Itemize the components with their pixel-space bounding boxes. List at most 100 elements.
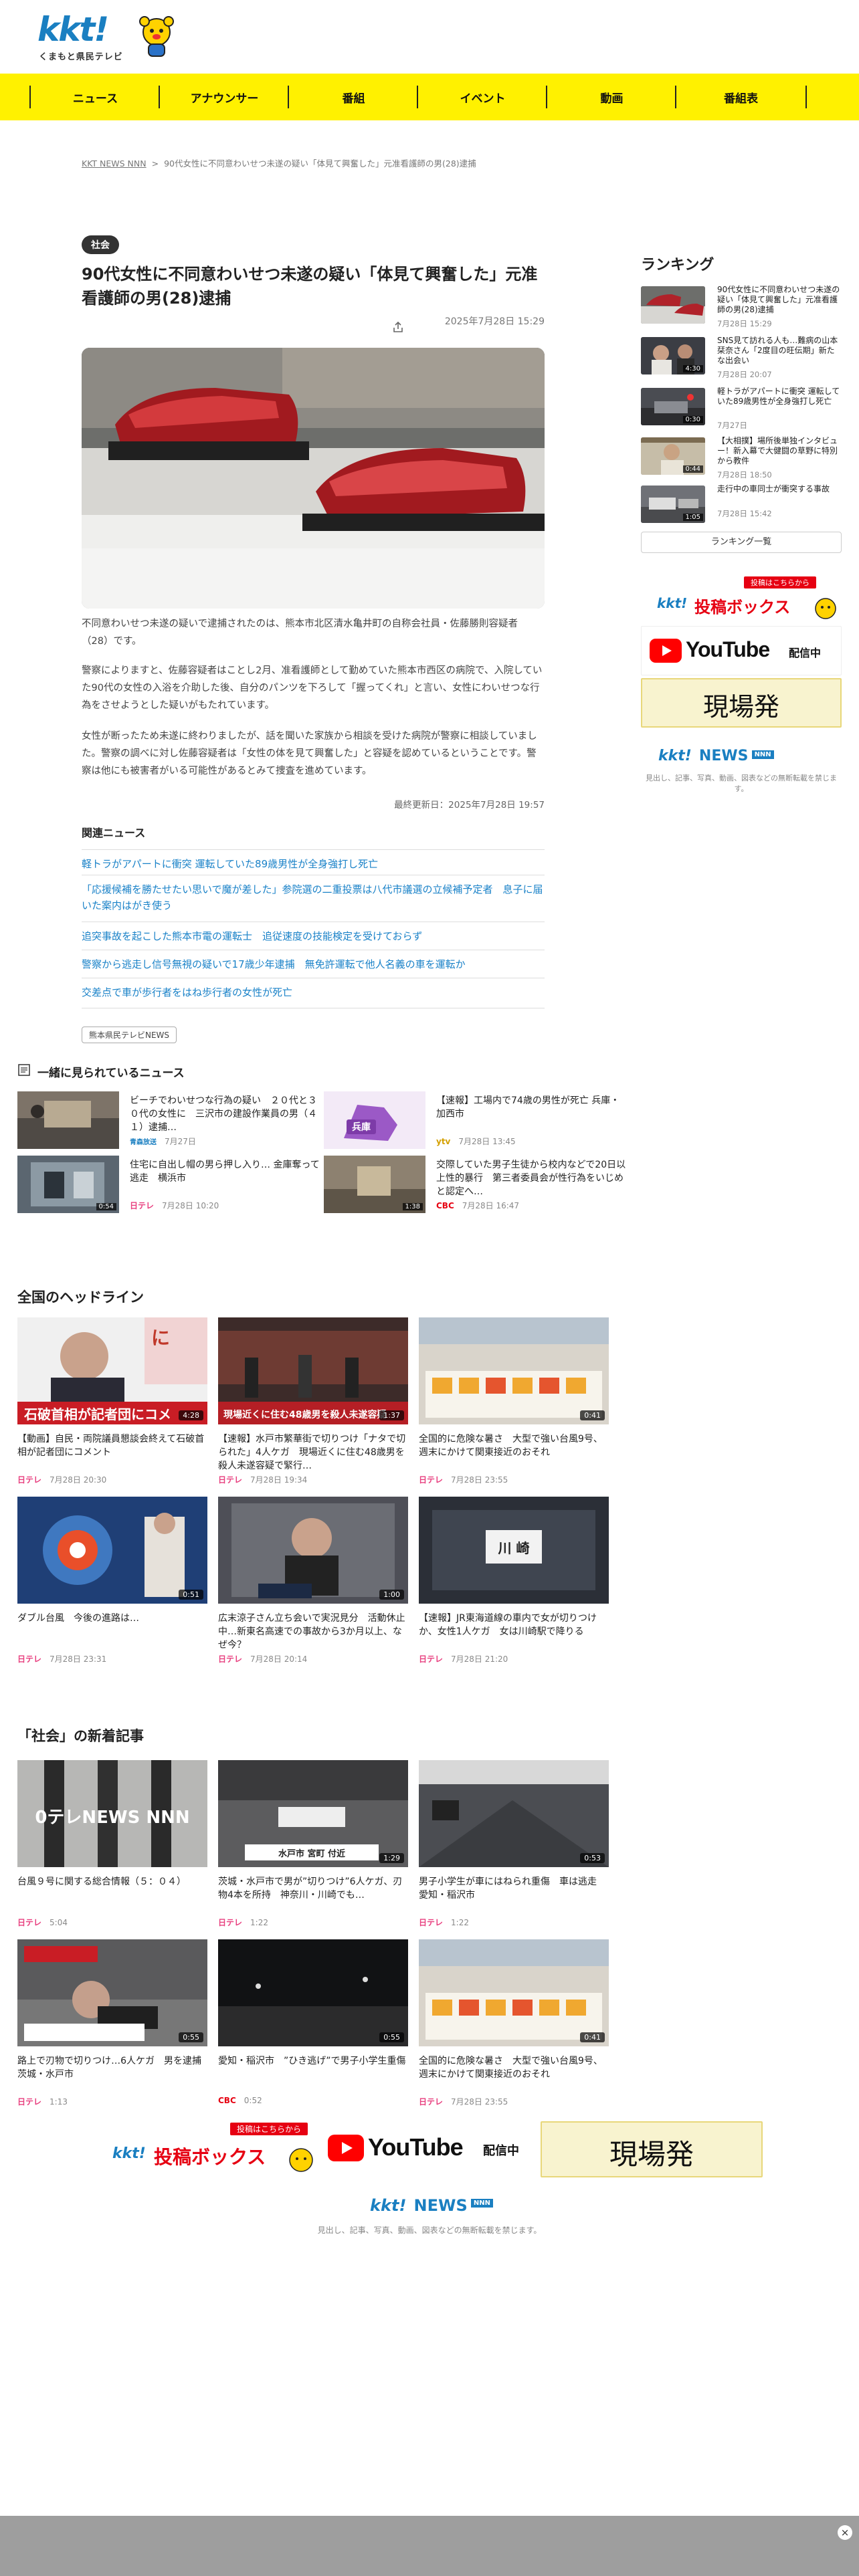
- youtube-banner-bottom[interactable]: YouTube 配信中: [318, 2121, 539, 2177]
- national-thumbnail: に石破首相が記者団にコメ 4:28: [17, 1317, 207, 1424]
- related-news-link[interactable]: 追突事故を起こした熊本市電の運転士 追従速度の技能検定を受けておらず: [82, 922, 545, 947]
- video-duration: 4:28: [179, 1410, 203, 1420]
- source-label: 日テレ: [419, 2097, 444, 2107]
- national-card[interactable]: 0:41 全国的に危険な暑さ 大型で強い台風9号、週末にかけて関東接近のおそれ …: [419, 1317, 609, 1485]
- social-thumbnail: 水戸市 宮町 付近 1:29: [218, 1760, 408, 1867]
- national-card[interactable]: 川 崎 【速報】JR東海道線の車内で女が切りつけか、女性1人ケガ 女は川崎駅で降…: [419, 1497, 609, 1665]
- national-card[interactable]: 0:51 ダブル台風 今後の進路は… 日テレ 7月28日 23:31: [17, 1497, 207, 1665]
- toukou-main-label: 投稿ボックス: [154, 2146, 266, 2168]
- together-thumbnail: 0:54: [17, 1156, 119, 1213]
- item-date: 0:52: [244, 2096, 262, 2105]
- video-duration: 0:41: [580, 2032, 605, 2042]
- national-card[interactable]: に石破首相が記者団にコメ 4:28 【動画】自民・両院議員懇談会終えて石破首相が記…: [17, 1317, 207, 1485]
- together-item[interactable]: ビーチでわいせつな行為の疑い ２０代と３０代の女性に 三沢市の建設作業員の男（４…: [17, 1091, 320, 1150]
- national-meta: 日テレ 7月28日 20:30: [17, 1474, 207, 1485]
- national-thumbnail: 現場近くに住む48歳男を殺人未遂容疑 1:37: [218, 1317, 408, 1424]
- toukou-box-banner-bottom[interactable]: 投稿はこちらから kkt! 投稿ボックス: [96, 2121, 317, 2177]
- social-card[interactable]: 0:41 全国的に危険な暑さ 大型で強い台風9号、週末にかけて関東接近のおそれ …: [419, 1939, 609, 2107]
- social-card[interactable]: 0:53 男子小学生が車にはねられ重傷 車は逃走 愛知・稲沢市 日テレ 1:22: [419, 1760, 609, 1928]
- national-thumbnail: 川 崎: [419, 1497, 609, 1604]
- global-nav: ニュース アナウンサー 番組 イベント 動画 番組表: [0, 74, 859, 120]
- svg-text:川 崎: 川 崎: [498, 1540, 530, 1556]
- source-label: 日テレ: [17, 2097, 42, 2107]
- source-label: 青森放送: [130, 1139, 157, 1146]
- close-icon[interactable]: ×: [838, 2525, 852, 2540]
- item-date: 7月28日 16:47: [462, 1201, 520, 1210]
- breadcrumb: KKT NEWS NNN >90代女性に不同意わいせつ未遂の疑い「体見て興奮した」…: [82, 156, 482, 169]
- nav-events[interactable]: イベント: [417, 74, 547, 120]
- related-news-link[interactable]: 交差点で車が歩行者をはね歩行者の女性が死亡: [82, 978, 545, 1008]
- article-date: 2025年7月28日 15:29: [444, 316, 545, 327]
- social-title: 全国的に危険な暑さ 大型で強い台風9号、週末にかけて関東接近のおそれ: [419, 2056, 603, 2080]
- social-card[interactable]: 水戸市 宮町 付近 1:29 茨城・水戸市で男が”切りつけ”6人ケガ、刃物4本を所…: [218, 1760, 408, 1928]
- list-icon: [18, 1064, 30, 1076]
- ranking-date: 7月28日 15:42: [717, 509, 772, 518]
- source-label: CBC: [436, 1201, 454, 1210]
- youtube-banner[interactable]: YouTube 配信中: [641, 626, 842, 675]
- ranking-item[interactable]: 1:05 走行中の車同士が衝突する事故 7月28日 15:42: [641, 484, 842, 531]
- together-item[interactable]: 1:38 交際していた男子生徒から校内などで20日以上性的暴行 第三者委員会が性…: [324, 1156, 626, 1214]
- ranking-all-button[interactable]: ランキング一覧: [641, 532, 842, 553]
- social-meta: 日テレ 7月28日 23:55: [419, 2096, 609, 2107]
- genba-banner[interactable]: 現場発: [641, 678, 842, 728]
- svg-text:兵庫: 兵庫: [352, 1121, 371, 1133]
- together-title: 交際していた男子生徒から校内などで20日以上性的暴行 第三者委員会が性行為をいじ…: [436, 1160, 626, 1197]
- ranking-date: 7月28日 18:50: [717, 470, 772, 479]
- social-meta: 日テレ 5:04: [17, 1917, 207, 1928]
- youtube-sub-label: 配信中: [483, 2144, 519, 2158]
- svg-text:石破首相が記者団にコメ: 石破首相が記者団にコメ: [23, 1406, 171, 1422]
- social-title: 男子小学生が車にはねられ重傷 車は逃走 愛知・稲沢市: [419, 1876, 606, 1901]
- bottom-ad-bar: [0, 2516, 859, 2576]
- video-duration: 0:44: [682, 465, 703, 473]
- national-meta: 日テレ 7月28日 21:20: [419, 1653, 609, 1665]
- ranking-item[interactable]: 4:30 SNS見て訪れる人も…難病の山本栞奈さん「2度目の旺伝期」新たな出会い…: [641, 336, 842, 383]
- ranking-date: 7月28日 15:29: [717, 319, 772, 328]
- related-news-link[interactable]: 軽トラがアパートに衝突 運転していた89歳男性が全身強打し死亡: [82, 849, 545, 875]
- toukou-box-banner[interactable]: 投稿はこちらから kkt! 投稿ボックス: [641, 575, 842, 623]
- source-tag[interactable]: 熊本県民テレビNEWS: [82, 1027, 177, 1043]
- share-icon[interactable]: [392, 321, 404, 333]
- social-card[interactable]: 0テレNEWS NNN 台風９号に関する総合情報（５：０４） 日テレ 5:04: [17, 1760, 207, 1928]
- nav-programs[interactable]: 番組: [288, 74, 418, 120]
- national-title: ダブル台風 今後の進路は…: [17, 1613, 139, 1624]
- ranking-thumbnail: 0:30: [641, 388, 705, 425]
- ranking-item[interactable]: 0:44 【大相撲】場所後単独インタビュー！新入幕で大健闘の草野に特別から教件 …: [641, 436, 842, 483]
- toukou-kkt-logo: kkt!: [112, 2145, 146, 2162]
- social-card[interactable]: 0:55 愛知・稲沢市 ”ひき逃げ”で男子小学生重傷 CBC 0:52: [218, 1939, 408, 2105]
- genba-banner-bottom[interactable]: 現場発: [541, 2121, 763, 2177]
- video-duration: 1:37: [379, 1410, 404, 1420]
- nav-schedule[interactable]: 番組表: [675, 74, 807, 120]
- breadcrumb-root[interactable]: KKT NEWS NNN: [82, 158, 147, 169]
- video-duration: 4:30: [682, 365, 703, 372]
- social-card[interactable]: 0:55 路上で刃物で切りつけ…6人ケガ 男を逮捕 茨城・水戸市 日テレ 1:13: [17, 1939, 207, 2107]
- video-duration: 1:38: [402, 1203, 423, 1210]
- item-date: 5:04: [50, 1918, 68, 1927]
- item-date: 1:22: [250, 1918, 268, 1927]
- together-item[interactable]: 兵庫 【速報】工場内で74歳の男性が死亡 兵庫・加西市 ytv 7月28日 13:…: [324, 1091, 626, 1150]
- together-item[interactable]: 0:54 住宅に自出し帽の男ら押し入り… 金庫奪って逃走 横浜市 日テレ 7月28…: [17, 1156, 320, 1214]
- together-meta: 青森放送 7月27日: [130, 1136, 196, 1147]
- ranking-title: 【大相撲】場所後単独インタビュー！新入幕で大健闘の草野に特別から教件: [717, 436, 838, 465]
- national-title: 広末涼子さん立ち会いで実況見分 活動休止中…新東名高速での事故から3か月以上、な…: [218, 1613, 405, 1650]
- ranking-item[interactable]: 0:30 軽トラがアパートに衝突 運転していた89歳男性が全身強打し死亡 7月2…: [641, 387, 842, 433]
- kkt-logo[interactable]: kkt! くまもと県民テレビ: [37, 9, 178, 66]
- nnn-badge: NNN: [751, 750, 774, 759]
- national-card[interactable]: 現場近くに住む48歳男を殺人未遂容疑 1:37 【速報】水戸市繁華街で切りつけ「ナ…: [218, 1317, 408, 1485]
- ranking-thumbnail: 0:44: [641, 437, 705, 475]
- item-date: 7月28日 20:14: [250, 1654, 308, 1664]
- ranking-item[interactable]: 90代女性に不同意わいせつ未遂の疑い「体見て興奮した」元准看護師の男(28)逮捕…: [641, 285, 842, 332]
- copyright-notice: 見出し、記事、写真、動画、図表などの無断転載を禁じます。: [646, 774, 837, 793]
- nav-videos[interactable]: 動画: [546, 74, 676, 120]
- video-duration: 0:55: [179, 2032, 203, 2042]
- ranking-title: 軽トラがアパートに衝突 運転していた89歳男性が全身強打し死亡: [717, 387, 840, 406]
- category-badge[interactable]: 社会: [82, 235, 119, 254]
- together-thumbnail: [17, 1091, 119, 1149]
- item-date: 7月27日: [165, 1137, 196, 1146]
- nav-announcer[interactable]: アナウンサー: [159, 74, 289, 120]
- mascot-icon: [139, 16, 174, 57]
- nav-news[interactable]: ニュース: [29, 74, 160, 120]
- source-label: 日テレ: [17, 1918, 42, 1927]
- related-news-link[interactable]: 「応援候補を勝たせたい思いで魔が差した」参院選の二重投票は八代市議選の立候補予定…: [82, 875, 545, 918]
- national-card[interactable]: 1:00 広末涼子さん立ち会いで実況見分 活動休止中…新東名高速での事故から3か…: [218, 1497, 408, 1665]
- related-news-link[interactable]: 警察から逃走し信号無視の疑いで17歳少年逮捕 無免許運転で他人名義の車を運転か: [82, 950, 545, 975]
